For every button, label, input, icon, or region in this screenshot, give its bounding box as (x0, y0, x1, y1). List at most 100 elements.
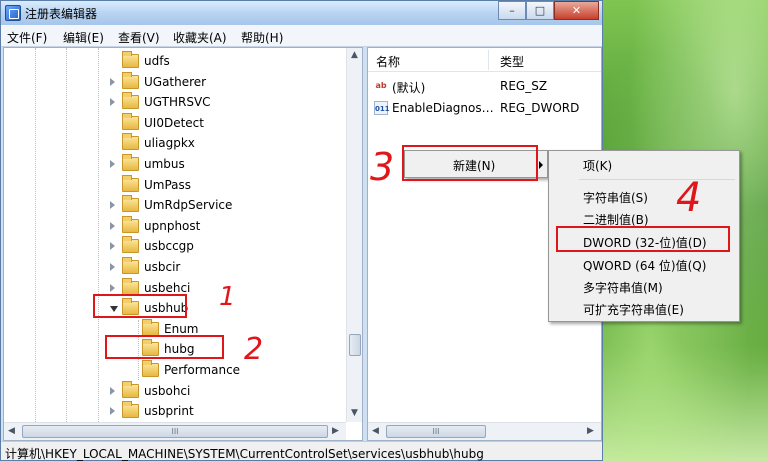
folder-icon (122, 195, 139, 213)
submenu-item-string[interactable]: 字符串值(S) (583, 189, 648, 206)
menu-edit[interactable]: 编辑(E) (63, 29, 104, 46)
tree-item-ugatherer[interactable]: UGatherer (4, 71, 344, 93)
column-divider[interactable] (488, 50, 489, 70)
tree-horizontal-scrollbar[interactable]: ◀ III ▶ (4, 422, 346, 440)
tree-item-usbccgp[interactable]: usbccgp (4, 236, 344, 257)
submenu-item-key[interactable]: 项(K) (583, 157, 612, 174)
scroll-down-arrow[interactable]: ▼ (351, 408, 358, 418)
tree-item-label: usbohci (144, 383, 191, 398)
tree-item-label: uliagpkx (144, 136, 195, 151)
annotation-box-new (402, 145, 538, 181)
expand-arrow-icon[interactable] (110, 98, 115, 107)
maximize-button[interactable]: □ (526, 1, 554, 20)
tree-item-label: usbccgp (144, 239, 194, 254)
value-row-enablediagnostics[interactable]: 011 EnableDiagnos… REG_DWORD (368, 98, 601, 118)
tree-item-label: usbehci (144, 280, 191, 295)
folder-icon (122, 154, 139, 171)
column-header-name[interactable]: 名称 (376, 53, 400, 70)
expand-arrow-icon[interactable] (110, 242, 115, 251)
key-tree-pane: udfs UGatherer UGTHRSVC UI0Detect uliagpkx um… (3, 47, 363, 441)
menu-bar: 文件(F) 编辑(E) 查看(V) 收藏夹(A) 帮助(H) (1, 25, 602, 47)
expand-arrow-icon[interactable] (110, 263, 115, 271)
menu-help[interactable]: 帮助(H) (241, 29, 283, 46)
tree-item-usbohci[interactable]: usbohci (4, 380, 344, 402)
tree-vertical-scrollbar[interactable]: ▲ ▼ (346, 48, 362, 422)
tree-item-usbprint[interactable]: usbprint (4, 401, 344, 422)
expand-arrow-icon[interactable] (110, 386, 115, 395)
string-value-icon: ab (375, 81, 387, 90)
folder-icon (142, 318, 159, 336)
menu-file[interactable]: 文件(F) (7, 29, 47, 46)
tree-horizontal-scroll-thumb[interactable]: III (22, 425, 328, 438)
expand-arrow-icon[interactable] (110, 77, 115, 86)
tree-item-label: UmPass (144, 177, 192, 192)
scroll-up-arrow[interactable]: ▲ (351, 50, 358, 60)
folder-icon (122, 71, 139, 89)
title-bar[interactable]: 注册表编辑器 – □ ✕ (1, 1, 602, 25)
minimize-button[interactable]: – (498, 1, 526, 20)
tree-item-umbus[interactable]: umbus (4, 154, 344, 175)
tree-item-udfs[interactable]: udfs (4, 51, 344, 72)
tree-item-umrdpservice[interactable]: UmRdpService (4, 195, 344, 216)
tree-item-performance[interactable]: Performance (4, 360, 344, 381)
expand-arrow-icon[interactable] (110, 283, 115, 292)
folder-icon (142, 360, 159, 377)
menu-separator (579, 179, 735, 180)
values-horizontal-scroll-thumb[interactable]: III (386, 425, 486, 438)
tree-item-label: UmRdpService (144, 198, 233, 213)
tree-item-umpass[interactable]: UmPass (4, 174, 344, 196)
tree-item-upnphost[interactable]: upnphost (4, 215, 344, 237)
folder-icon (122, 133, 139, 151)
folder-icon (122, 112, 139, 130)
submenu-item-multi-string[interactable]: 多字符串值(M) (583, 279, 663, 296)
scroll-right-arrow[interactable]: ▶ (332, 426, 339, 436)
annotation-number-4: 4 (676, 175, 702, 221)
scroll-right-arrow[interactable]: ▶ (587, 426, 594, 436)
annotation-number-3: 3 (370, 145, 395, 189)
folder-icon (122, 92, 139, 110)
scroll-left-arrow[interactable]: ◀ (8, 426, 15, 436)
expand-arrow-icon[interactable] (110, 407, 115, 416)
folder-icon (122, 51, 139, 68)
tree-item-label: UGatherer (144, 74, 207, 89)
folder-icon (122, 277, 139, 295)
folder-icon (122, 401, 139, 419)
folder-icon (122, 236, 139, 254)
status-bar: 计算机\HKEY_LOCAL_MACHINE\SYSTEM\CurrentCon… (1, 441, 602, 461)
expand-arrow-icon[interactable] (110, 201, 115, 210)
annotation-number-2: 2 (244, 332, 264, 367)
tree-item-usbcir[interactable]: usbcir (4, 257, 344, 278)
submenu-item-expandable-string[interactable]: 可扩充字符串值(E) (583, 301, 684, 318)
dword-value-icon: 011 (374, 101, 390, 115)
values-horizontal-scrollbar[interactable]: ◀ III ▶ (368, 422, 601, 440)
tree-item-label: upnphost (144, 218, 201, 233)
close-button[interactable]: ✕ (554, 1, 599, 20)
value-type: REG_DWORD (500, 101, 580, 115)
menu-favorites[interactable]: 收藏夹(A) (173, 29, 227, 46)
caption-buttons: – □ ✕ (498, 1, 599, 20)
folder-icon (122, 257, 139, 274)
scroll-left-arrow[interactable]: ◀ (372, 426, 379, 436)
tree-item-label: UI0Detect (144, 115, 204, 130)
value-row-default[interactable]: ab (默认) REG_SZ (368, 76, 601, 96)
submenu-arrow-icon (539, 161, 543, 169)
menu-view[interactable]: 查看(V) (118, 29, 160, 46)
tree-item-label: Enum (164, 321, 199, 336)
annotation-box-hubg (105, 335, 224, 359)
value-name: (默认) (392, 81, 426, 95)
tree-vertical-scroll-thumb[interactable] (349, 334, 361, 356)
tree-item-label: umbus (144, 157, 185, 171)
submenu-item-qword[interactable]: QWORD (64 位)值(Q) (583, 257, 706, 274)
window-title: 注册表编辑器 (25, 7, 98, 21)
value-type: REG_SZ (500, 79, 548, 93)
tree-item-ui0detect[interactable]: UI0Detect (4, 112, 344, 134)
annotation-box-usbhub (93, 294, 187, 318)
column-header-type[interactable]: 类型 (500, 53, 524, 70)
expand-arrow-icon[interactable] (110, 160, 115, 168)
tree-item-label: usbprint (144, 404, 194, 419)
tree-item-label: usbcir (144, 260, 181, 274)
tree-item-ugthrsvc[interactable]: UGTHRSVC (4, 92, 344, 113)
expand-arrow-icon[interactable] (110, 221, 115, 230)
folder-icon (122, 380, 139, 398)
tree-item-uliagpkx[interactable]: uliagpkx (4, 133, 344, 154)
